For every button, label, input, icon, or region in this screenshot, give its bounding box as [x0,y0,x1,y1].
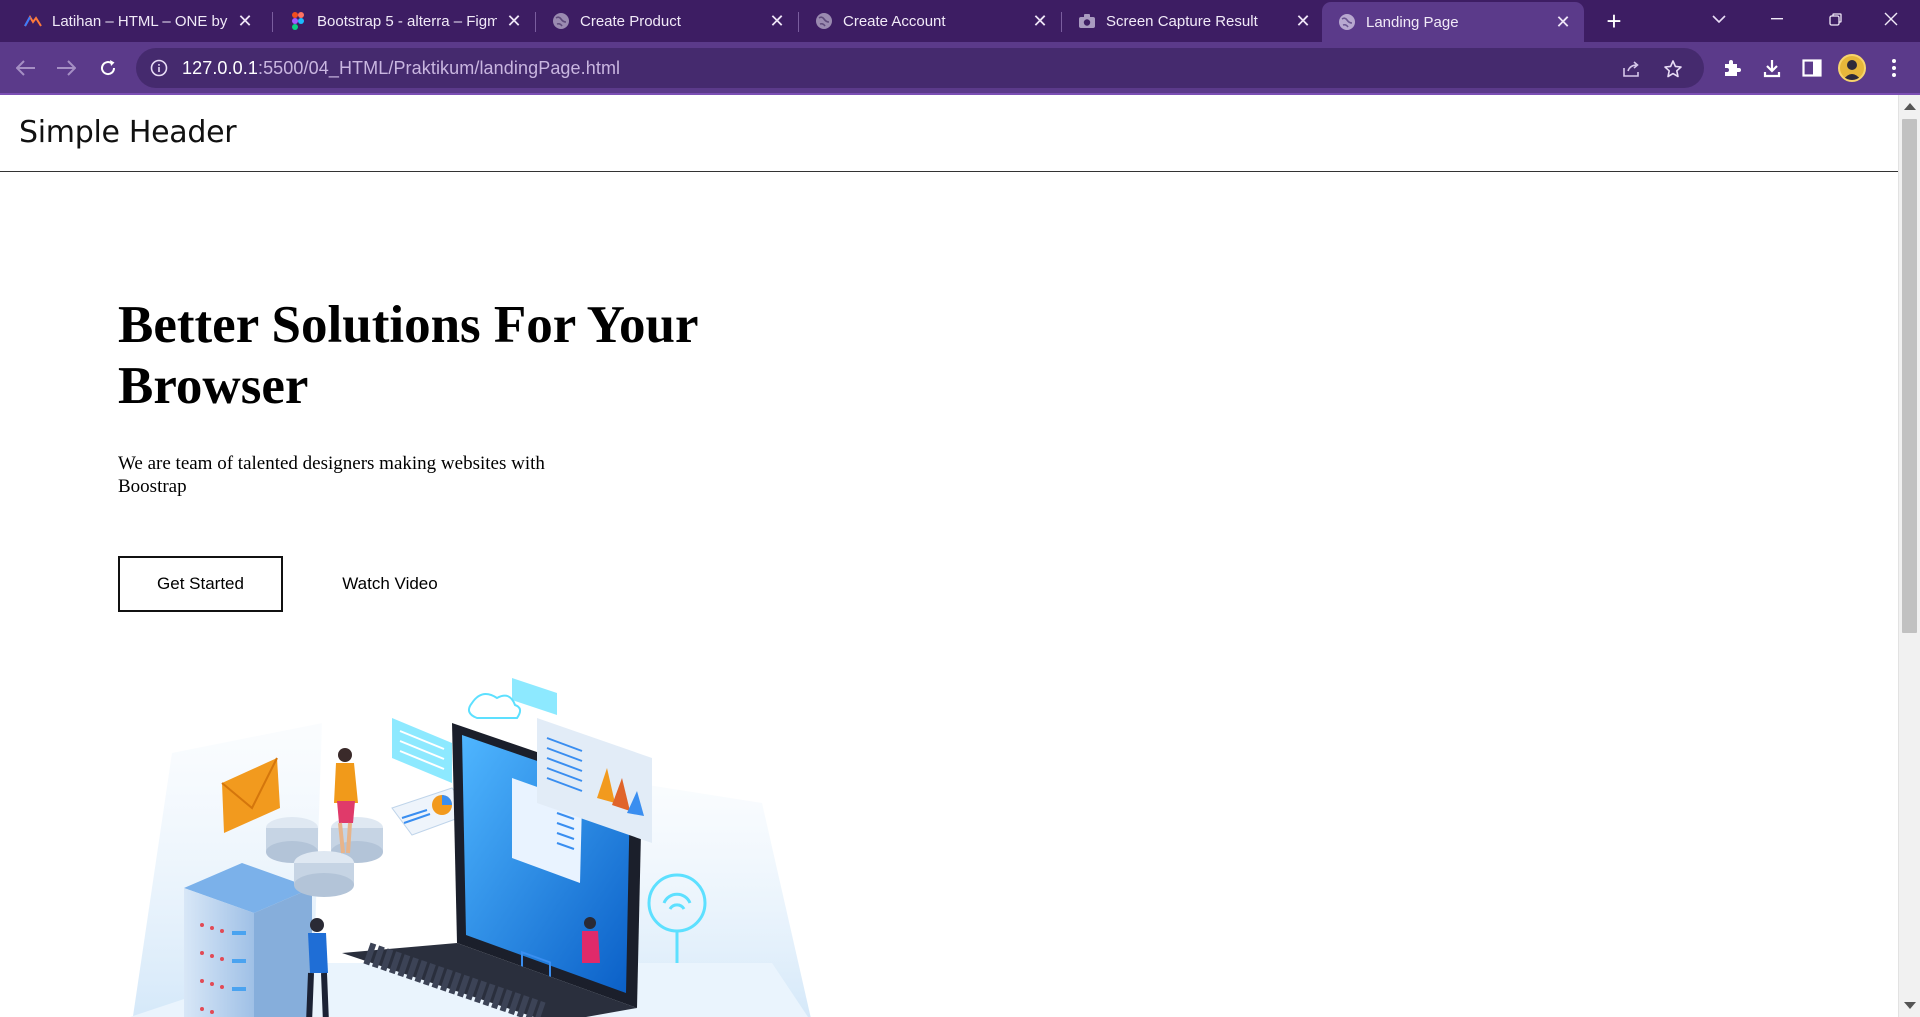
tab-latihan[interactable]: Latihan – HTML – ONE by A ✕ [8,4,266,38]
scroll-down-arrow-icon[interactable] [1904,1002,1916,1009]
tab-screen-capture[interactable]: Screen Capture Result ✕ [1062,4,1324,38]
more-menu-icon[interactable] [1878,52,1910,84]
figma-icon [289,12,307,30]
url-host: 127.0.0.1 [182,57,258,78]
tab-title: Screen Capture Result [1106,12,1258,30]
scrollbar-thumb[interactable] [1902,119,1917,633]
hero-subtitle: We are team of talented designers making… [118,453,545,497]
globe-icon [552,12,570,30]
watch-video-button[interactable]: Watch Video [310,556,470,612]
hero-title: Better Solutions For Your Browser [118,296,698,415]
tab-title: Latihan – HTML – ONE by A [52,12,228,30]
browser-toolbar: 127.0.0.1:5500/04_HTML/Praktikum/landing… [0,42,1920,94]
hero-illustration [130,678,811,1017]
close-icon[interactable]: ✕ [236,11,254,31]
tab-title: Landing Page [1366,13,1459,31]
get-started-button[interactable]: Get Started [118,556,283,612]
profile-avatar[interactable] [1838,54,1866,82]
close-icon[interactable]: ✕ [1554,12,1572,32]
site-info-icon[interactable] [150,59,168,77]
side-panel-icon[interactable] [1796,52,1828,84]
server-stack [184,863,312,1017]
tab-title: Bootstrap 5 - alterra – Figm [317,12,497,30]
close-icon[interactable]: ✕ [768,11,786,31]
bookmark-star-icon[interactable] [1660,56,1686,82]
window-close-icon[interactable] [1862,0,1920,38]
tab-title: Create Account [843,12,946,30]
tab-bootstrap-figma[interactable]: Bootstrap 5 - alterra – Figm ✕ [273,4,535,38]
url-path: :5500/04_HTML/Praktikum/landingPage.html [257,57,621,78]
tab-create-product[interactable]: Create Product ✕ [536,4,798,38]
address-url[interactable]: 127.0.0.1:5500/04_HTML/Praktikum/landing… [182,58,620,79]
web-page: Simple Header Better Solutions For Your … [0,95,1898,1017]
tab-landing-page[interactable]: Landing Page ✕ [1322,2,1584,42]
download-icon[interactable] [1756,52,1788,84]
new-tab-button[interactable]: + [1598,6,1630,36]
close-icon[interactable]: ✕ [1031,11,1049,31]
restore-icon[interactable] [1806,0,1864,38]
tab-title: Create Product [580,12,681,30]
alterra-icon [24,12,42,30]
forward-arrow-icon[interactable] [50,52,82,84]
site-header: Simple Header [0,95,1898,172]
share-icon[interactable] [1619,56,1645,82]
minimize-icon[interactable] [1748,0,1806,38]
reload-icon[interactable] [92,52,124,84]
globe-icon [1338,13,1356,31]
page-scrollbar[interactable] [1898,95,1920,1017]
site-title: Simple Header [19,115,237,150]
address-bar[interactable]: 127.0.0.1:5500/04_HTML/Praktikum/landing… [136,48,1704,88]
camera-icon [1078,12,1096,30]
tab-search-chevron-down-icon[interactable] [1690,0,1748,38]
close-icon[interactable]: ✕ [505,11,523,31]
extensions-puzzle-icon[interactable] [1716,52,1748,84]
tab-create-account[interactable]: Create Account ✕ [799,4,1061,38]
tab-strip: Latihan – HTML – ONE by A ✕ Bootstrap 5 … [0,0,1920,42]
scroll-up-arrow-icon[interactable] [1904,103,1916,110]
globe-icon [815,12,833,30]
close-icon[interactable]: ✕ [1294,11,1312,31]
back-arrow-icon[interactable] [10,52,42,84]
